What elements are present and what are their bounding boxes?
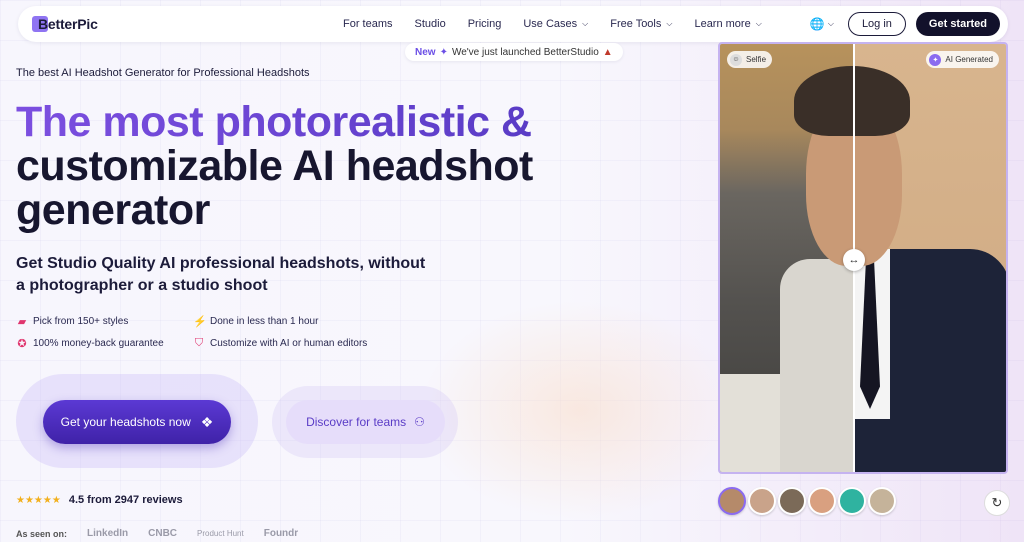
product-hunt-logo: Product Hunt xyxy=(197,529,244,538)
announcement-banner[interactable]: New ✦ We've just launched BetterStudio ▲ xyxy=(405,43,623,61)
top-navbar: BetterPic For teams Studio Pricing Use C… xyxy=(18,6,1008,42)
avatar[interactable] xyxy=(868,487,896,515)
rating-stars-icon: ★★★★★ xyxy=(16,494,61,506)
brand-logo[interactable]: BetterPic xyxy=(32,16,312,32)
rocket-icon: ▲ xyxy=(602,46,613,58)
nav-links: For teams Studio Pricing Use Cases ⌵ Free… xyxy=(332,18,773,30)
selfie-icon: ☺ xyxy=(730,53,742,66)
drag-handle-icon[interactable]: ↔ xyxy=(843,249,865,271)
refresh-icon[interactable]: ↻ xyxy=(984,490,1010,516)
reviews-text: 4.5 from 2947 reviews xyxy=(68,494,183,506)
feature-text: Customize with AI or human editors xyxy=(210,338,368,349)
nav-link-studio[interactable]: Studio xyxy=(404,18,457,30)
selfie-shirt xyxy=(780,259,854,472)
feature-item: ⚡ Done in less than 1 hour xyxy=(193,315,433,328)
avatar[interactable] xyxy=(748,487,776,515)
feature-list: ▰ Pick from 150+ styles ⚡ Done in less t… xyxy=(16,315,436,350)
foundr-logo: Foundr xyxy=(263,528,299,539)
shield-icon: ⛉ xyxy=(194,337,204,349)
avatar[interactable] xyxy=(808,487,836,515)
hero-subheadline: Get Studio Quality AI professional heads… xyxy=(16,255,426,294)
lightning-icon: ⚡ xyxy=(193,316,207,328)
team-icon: ⚇ xyxy=(414,415,425,429)
nav-actions: 🌐 ⌵ Log in Get started xyxy=(810,12,1000,36)
get-started-button[interactable]: Get started xyxy=(915,12,1000,36)
nav-link-pricing[interactable]: Pricing xyxy=(457,18,513,30)
feature-text: Done in less than 1 hour xyxy=(210,316,319,327)
discover-teams-label: Discover for teams xyxy=(306,415,407,429)
styles-icon: ▰ xyxy=(17,316,27,328)
sparkle-icon: ✦ xyxy=(439,46,448,58)
avatar[interactable] xyxy=(778,487,806,515)
chevron-down-icon: ⌵ xyxy=(666,19,673,28)
sparkle-icon: ❖ xyxy=(200,413,214,430)
feature-text: 100% money-back guarantee xyxy=(33,338,164,349)
example-avatars xyxy=(718,487,896,515)
announcement-text: We've just launched BetterStudio xyxy=(451,46,599,58)
selfie-tag-label: Selfie xyxy=(746,55,767,64)
get-headshots-label: Get your headshots now xyxy=(60,415,191,429)
linkedin-logo: LinkedIn xyxy=(87,528,129,539)
chevron-down-icon: ⌵ xyxy=(827,19,834,28)
award-icon: ✪ xyxy=(17,338,27,350)
reviews-summary[interactable]: ★★★★★ 4.5 from 2947 reviews xyxy=(16,494,183,506)
globe-icon: 🌐 xyxy=(809,17,825,31)
feature-item: ✪ 100% money-back guarantee xyxy=(16,337,193,350)
nav-link-for-teams[interactable]: For teams xyxy=(332,18,404,30)
avatar[interactable] xyxy=(718,487,746,515)
portrait-hair xyxy=(794,66,910,136)
headline-text: customizable AI headshot generator xyxy=(16,142,533,234)
as-seen-on-label: As seen on: xyxy=(16,528,68,539)
avatar[interactable] xyxy=(838,487,866,515)
feature-item: ▰ Pick from 150+ styles xyxy=(16,315,193,328)
headline-gradient-text: The most photorealistic & xyxy=(16,98,532,146)
cnbc-logo: CNBC xyxy=(148,528,178,539)
nav-link-use-cases[interactable]: Use Cases ⌵ xyxy=(512,18,599,30)
get-headshots-button[interactable]: Get your headshots now ❖ xyxy=(43,400,231,444)
ai-generated-tag: ✦ AI Generated xyxy=(926,51,999,68)
selfie-tag: ☺ Selfie xyxy=(727,51,773,68)
nav-link-free-tools[interactable]: Free Tools ⌵ xyxy=(599,18,683,30)
background-glow xyxy=(420,300,740,520)
announcement-badge: New xyxy=(415,46,436,58)
hero-tagline: The best AI Headshot Generator for Profe… xyxy=(16,67,310,79)
as-seen-on: As seen on: LinkedIn CNBC Product Hunt F… xyxy=(16,528,298,539)
nav-link-learn-more[interactable]: Learn more ⌵ xyxy=(683,18,772,30)
discover-teams-button[interactable]: Discover for teams ⚇ xyxy=(286,400,445,444)
language-selector[interactable]: 🌐 ⌵ xyxy=(810,17,834,31)
login-button[interactable]: Log in xyxy=(847,12,906,36)
hero-headline: The most photorealistic & customizable A… xyxy=(16,100,616,232)
feature-text: Pick from 150+ styles xyxy=(33,316,129,327)
feature-item: ⛉ Customize with AI or human editors xyxy=(193,337,433,350)
ai-sparkle-icon: ✦ xyxy=(929,53,942,66)
brand-name: BetterPic xyxy=(38,16,98,32)
before-after-comparison[interactable]: ↔ ☺ Selfie ✦ AI Generated xyxy=(718,42,1008,474)
ai-generated-tag-label: AI Generated xyxy=(945,55,993,64)
chevron-down-icon: ⌵ xyxy=(755,19,762,28)
chevron-down-icon: ⌵ xyxy=(582,19,589,28)
